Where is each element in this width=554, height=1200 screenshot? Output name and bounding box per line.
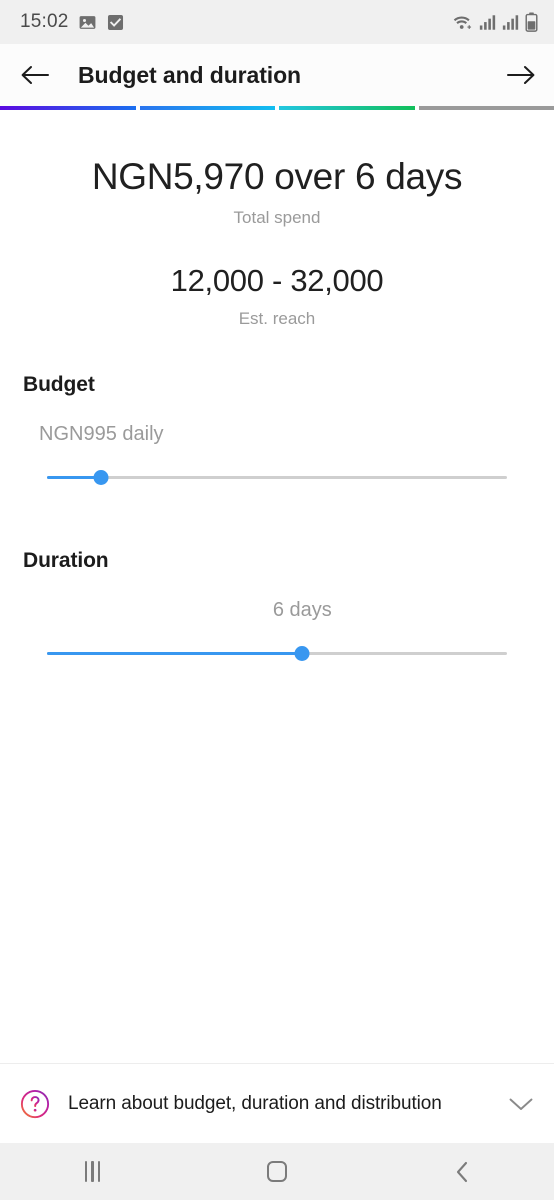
forward-button[interactable] [504,58,538,92]
budget-slider-wrapper: NGN995 daily [23,423,531,487]
budget-section: Budget NGN995 daily [0,373,554,487]
progress-segment-1 [0,106,136,110]
system-back-button[interactable] [369,1143,554,1200]
back-button[interactable] [18,58,52,92]
total-spend-value: NGN5,970 over 6 days [91,156,463,197]
total-spend-label: Total spend [233,208,321,228]
duration-section-label: Duration [23,548,109,572]
budget-slider-thumb[interactable] [93,469,109,485]
duration-slider-thumb[interactable] [294,645,310,661]
status-bar-right [452,12,538,32]
budget-section-label: Budget [23,372,95,396]
duration-slider-value: 6 days [272,598,332,621]
budget-slider-value: NGN995 daily [39,422,164,445]
estimated-reach-label: Est. reach [238,308,316,328]
wifi-icon [453,15,472,29]
image-icon [79,15,95,29]
duration-slider-wrapper: 6 days [23,599,531,663]
duration-slider[interactable] [47,645,507,661]
arrow-left-icon [21,66,49,84]
estimated-reach-value: 12,000 - 32,000 [170,263,384,299]
system-navigation-bar [0,1143,554,1200]
status-bar-clock: 15:02 [20,11,69,32]
home-icon [267,1161,287,1182]
total-spend-summary: NGN5,970 over 6 days Total spend [0,154,554,228]
progress-segment-4 [418,106,554,110]
page-title: Budget and duration [78,61,301,88]
chevron-left-icon [456,1161,467,1182]
expand-button[interactable] [506,1089,536,1119]
progress-segment-2 [139,106,275,110]
app-header: Budget and duration [0,44,554,106]
recents-icon [84,1161,101,1182]
signal-sim1-icon [479,14,496,30]
main-content: NGN5,970 over 6 days Total spend 12,000 … [0,110,554,663]
duration-slider-fill [47,651,303,655]
duration-section: Duration 6 days [0,549,554,663]
learn-more-label: Learn about budget, duration and distrib… [68,1092,442,1114]
budget-slider-track [47,475,507,479]
status-bar-left: 15:02 [20,11,125,33]
estimated-reach-summary: 12,000 - 32,000 Est. reach [0,262,554,329]
battery-icon [525,12,538,32]
checkbox-checked-icon [107,14,123,30]
recents-button[interactable] [0,1143,185,1200]
chevron-down-icon [509,1098,533,1110]
arrow-right-icon [507,66,535,84]
budget-slider[interactable] [47,469,507,485]
home-button[interactable] [185,1143,370,1200]
status-bar: 15:02 [0,0,554,44]
signal-sim2-icon [502,14,519,30]
learn-more-row[interactable]: Learn about budget, duration and distrib… [0,1063,554,1143]
question-mark-circle-icon [20,1089,50,1118]
progress-segment-3 [279,106,415,110]
